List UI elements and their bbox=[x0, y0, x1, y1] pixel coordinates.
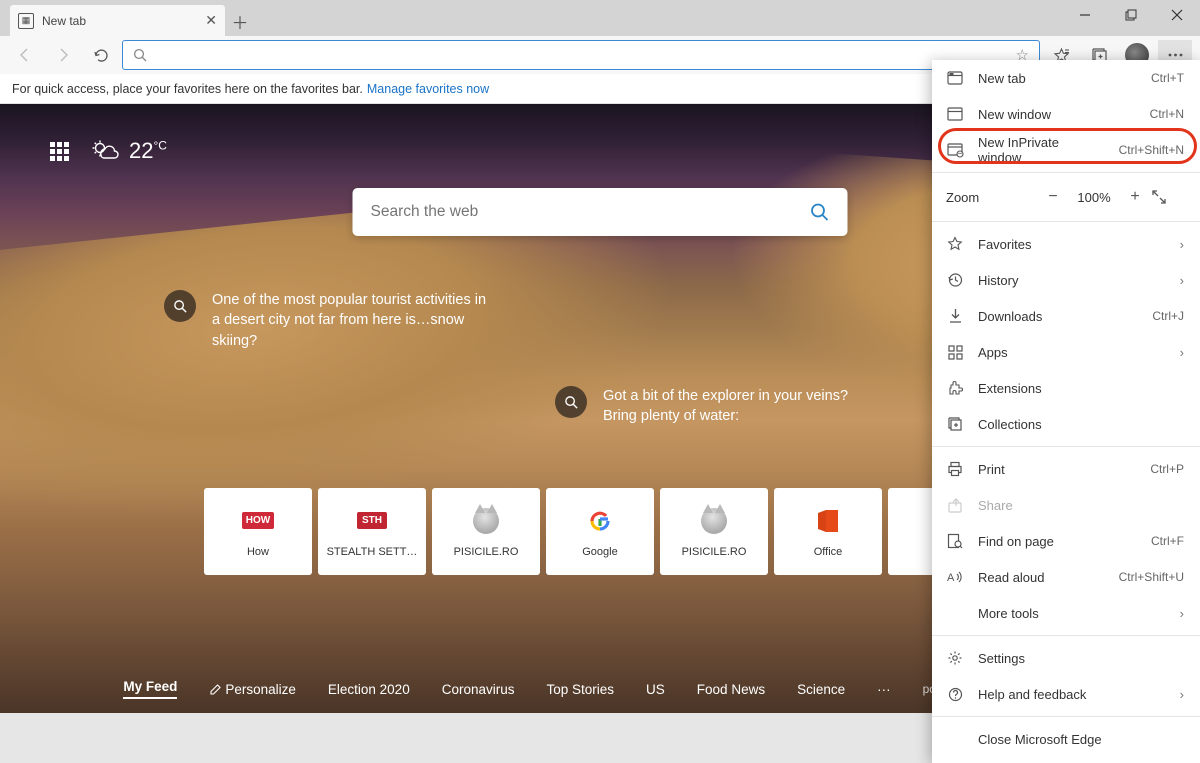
feed-nav-item[interactable]: Coronavirus bbox=[442, 682, 515, 697]
title-bar: ▦ New tab ✕ ＋ bbox=[0, 0, 1200, 36]
address-bar[interactable]: ☆ bbox=[122, 40, 1040, 70]
window-maximize-button[interactable] bbox=[1108, 0, 1154, 30]
fullscreen-button[interactable] bbox=[1152, 190, 1186, 204]
zoom-value: 100% bbox=[1070, 190, 1118, 205]
menu-read-aloud[interactable]: A Read aloud Ctrl+Shift+U bbox=[932, 559, 1200, 595]
browser-tab[interactable]: ▦ New tab ✕ bbox=[10, 5, 225, 36]
back-button[interactable] bbox=[8, 40, 42, 70]
menu-close-edge[interactable]: Close Microsoft Edge bbox=[932, 721, 1200, 757]
chevron-right-icon: › bbox=[1180, 606, 1184, 621]
print-icon bbox=[946, 460, 964, 478]
find-icon bbox=[946, 532, 964, 550]
gear-icon bbox=[946, 649, 964, 667]
image-fact-text: Got a bit of the explorer in your veins?… bbox=[603, 386, 885, 427]
menu-help[interactable]: Help and feedback › bbox=[932, 676, 1200, 712]
chevron-right-icon: › bbox=[1180, 237, 1184, 252]
window-minimize-button[interactable] bbox=[1062, 0, 1108, 30]
search-icon bbox=[164, 290, 196, 322]
search-icon bbox=[133, 48, 147, 62]
feed-nav-item[interactable]: Food News bbox=[697, 682, 765, 697]
zoom-in-button[interactable]: + bbox=[1118, 188, 1152, 206]
web-search-input[interactable] bbox=[371, 203, 810, 221]
feed-nav-item[interactable]: Science bbox=[797, 682, 845, 697]
window-controls bbox=[1062, 0, 1200, 30]
tab-close-icon[interactable]: ✕ bbox=[205, 12, 217, 29]
inprivate-icon bbox=[946, 141, 964, 159]
read-aloud-icon: A bbox=[946, 568, 964, 586]
menu-new-inprivate[interactable]: New InPrivate window Ctrl+Shift+N bbox=[932, 132, 1200, 168]
web-search-icon[interactable] bbox=[810, 202, 830, 222]
feed-nav-item[interactable]: My Feed bbox=[123, 679, 177, 699]
quick-link-tile[interactable]: Office bbox=[774, 488, 882, 575]
menu-find[interactable]: Find on page Ctrl+F bbox=[932, 523, 1200, 559]
quick-link-tile[interactable]: Google bbox=[546, 488, 654, 575]
quick-link-tile[interactable]: PISICILE.RO bbox=[432, 488, 540, 575]
menu-downloads[interactable]: Downloads Ctrl+J bbox=[932, 298, 1200, 334]
tab-site-icon: ▦ bbox=[18, 13, 34, 29]
image-fact-1[interactable]: One of the most popular tourist activiti… bbox=[164, 290, 494, 351]
web-search-box[interactable] bbox=[353, 188, 848, 236]
menu-zoom: Zoom − 100% + bbox=[932, 177, 1200, 217]
feed-nav-item[interactable]: US bbox=[646, 682, 665, 697]
help-icon bbox=[946, 685, 964, 703]
svg-text:A: A bbox=[947, 572, 955, 584]
window-close-button[interactable] bbox=[1154, 0, 1200, 30]
weather-widget[interactable]: 22°C bbox=[91, 138, 167, 164]
menu-share: Share bbox=[932, 487, 1200, 523]
zoom-out-button[interactable]: − bbox=[1036, 188, 1070, 206]
menu-print[interactable]: Print Ctrl+P bbox=[932, 451, 1200, 487]
chevron-right-icon: › bbox=[1180, 687, 1184, 702]
menu-extensions[interactable]: Extensions bbox=[932, 370, 1200, 406]
app-launcher-icon[interactable] bbox=[50, 142, 69, 161]
download-icon bbox=[946, 307, 964, 325]
menu-new-tab[interactable]: New tab Ctrl+T bbox=[932, 60, 1200, 96]
feed-nav-item[interactable]: Personalize bbox=[209, 682, 296, 697]
collections-icon bbox=[946, 415, 964, 433]
history-icon bbox=[946, 271, 964, 289]
chevron-right-icon: › bbox=[1180, 273, 1184, 288]
forward-button[interactable] bbox=[46, 40, 80, 70]
extensions-icon bbox=[946, 379, 964, 397]
feed-nav-item[interactable]: Top Stories bbox=[546, 682, 614, 697]
manage-favorites-link[interactable]: Manage favorites now bbox=[367, 82, 489, 96]
menu-history[interactable]: History › bbox=[932, 262, 1200, 298]
window-icon bbox=[946, 105, 964, 123]
search-icon bbox=[555, 386, 587, 418]
quick-link-tile[interactable]: HOWHow bbox=[204, 488, 312, 575]
menu-more-tools[interactable]: More tools › bbox=[932, 595, 1200, 631]
weather-unit: °C bbox=[153, 139, 166, 153]
quick-link-tile[interactable]: STHSTEALTH SETT… bbox=[318, 488, 426, 575]
share-icon bbox=[946, 496, 964, 514]
quick-links: HOWHow STHSTEALTH SETT… PISICILE.RO Goog… bbox=[204, 488, 996, 575]
new-tab-button[interactable]: ＋ bbox=[225, 6, 255, 36]
menu-favorites[interactable]: Favorites › bbox=[932, 226, 1200, 262]
menu-apps[interactable]: Apps › bbox=[932, 334, 1200, 370]
weather-temp: 22 bbox=[129, 138, 153, 163]
menu-collections[interactable]: Collections bbox=[932, 406, 1200, 442]
menu-new-window[interactable]: New window Ctrl+N bbox=[932, 96, 1200, 132]
apps-icon bbox=[946, 343, 964, 361]
chevron-right-icon: › bbox=[1180, 345, 1184, 360]
favorites-bar-text: For quick access, place your favorites h… bbox=[12, 82, 363, 96]
new-tab-icon bbox=[946, 69, 964, 87]
tab-title: New tab bbox=[42, 14, 86, 28]
image-fact-2[interactable]: Got a bit of the explorer in your veins?… bbox=[555, 386, 885, 427]
image-fact-text: One of the most popular tourist activiti… bbox=[212, 290, 494, 351]
settings-menu: New tab Ctrl+T New window Ctrl+N New InP… bbox=[932, 60, 1200, 763]
quick-link-tile[interactable]: PISICILE.RO bbox=[660, 488, 768, 575]
star-icon bbox=[946, 235, 964, 253]
feed-nav-item[interactable]: Election 2020 bbox=[328, 682, 410, 697]
weather-icon bbox=[91, 139, 119, 163]
feed-nav-more[interactable]: ··· bbox=[877, 682, 891, 697]
menu-settings[interactable]: Settings bbox=[932, 640, 1200, 676]
refresh-button[interactable] bbox=[84, 40, 118, 70]
